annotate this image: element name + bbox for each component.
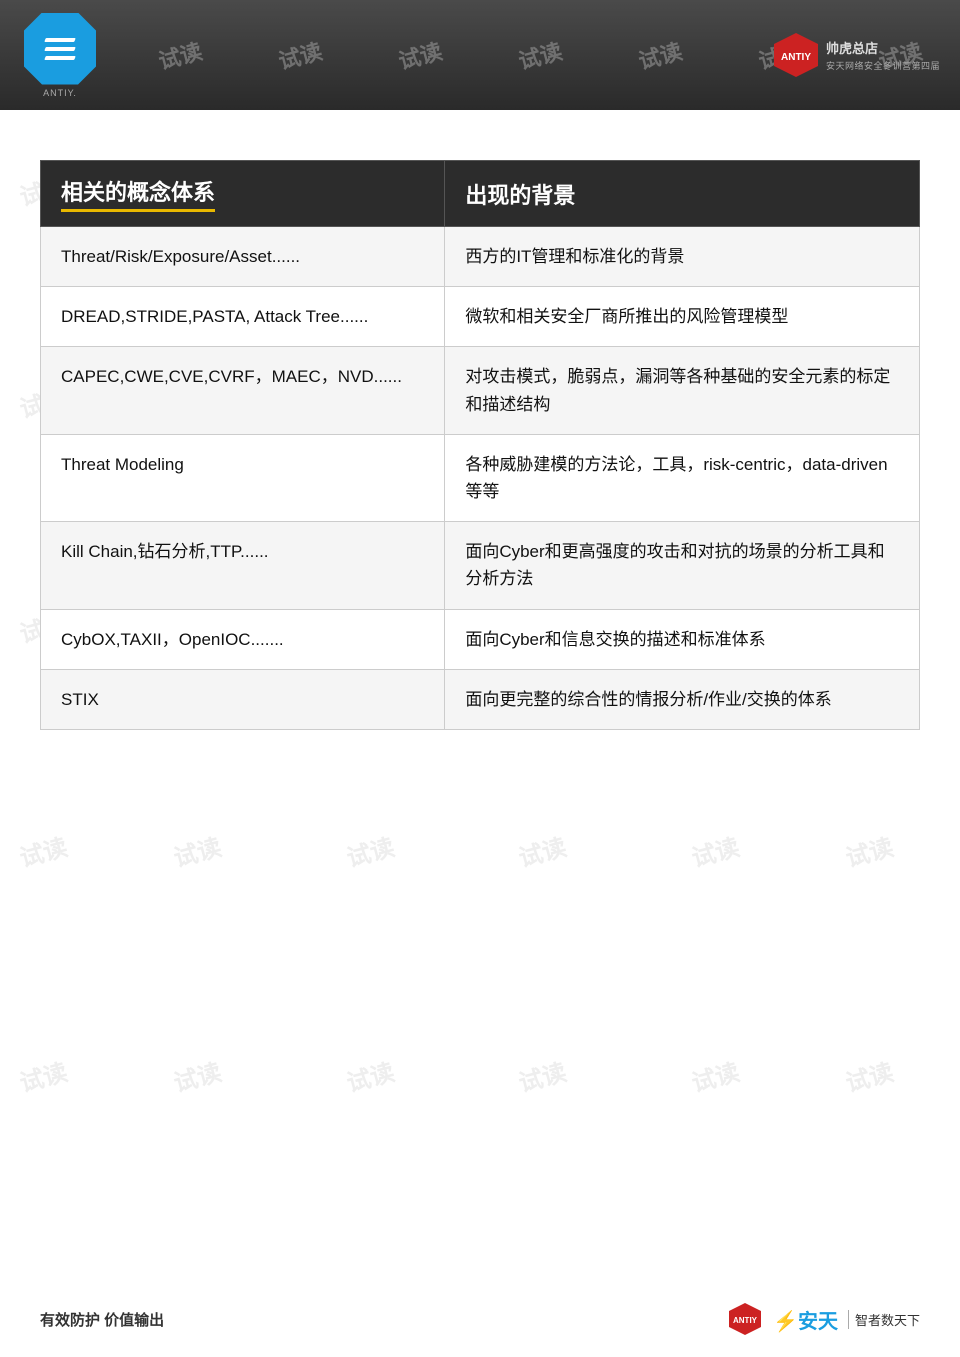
wm2: 试读 [155, 34, 206, 76]
antiy-logo-text: ANTIY. [43, 88, 77, 98]
footer: 有效防护 价值输出 ANTIY ⚡安天 智者数天下 [0, 1301, 960, 1337]
cell-col2-1: 微软和相关安全厂商所推出的风险管理模型 [445, 287, 920, 347]
cell-col1-3: Threat Modeling [41, 434, 445, 521]
table-row-1: DREAD,STRIDE,PASTA, Attack Tree......微软和… [41, 287, 920, 347]
header: ANTIY. 试读 试读 试读 试读 试读 试读 试读 试读 ANTIY 帅虎总… [0, 0, 960, 110]
cell-col1-5: CybOX,TAXII，OpenIOC....... [41, 609, 445, 669]
cell-col2-0: 西方的IT管理和标准化的背景 [445, 227, 920, 287]
table-row-4: Kill Chain,钻石分析,TTP......面向Cyber和更高强度的攻击… [41, 522, 920, 609]
concept-table: 相关的概念体系 出现的背景 Threat/Risk/Exposure/Asset… [40, 160, 920, 730]
col1-header: 相关的概念体系 [41, 161, 445, 227]
antiy-logo: ANTIY. [15, 10, 105, 100]
cell-col1-2: CAPEC,CWE,CVE,CVRF，MAEC，NVD...... [41, 347, 445, 434]
cell-col2-2: 对攻击模式，脆弱点，漏洞等各种基础的安全元素的标定和描述结构 [445, 347, 920, 434]
footer-slogan: 有效防护 价值输出 [40, 1309, 164, 1330]
table-row-6: STIX面向更完整的综合性的情报分析/作业/交换的体系 [41, 669, 920, 729]
footer-sub: 智者数天下 [848, 1310, 920, 1329]
body-watermark-22: 试读 [687, 828, 742, 874]
cell-col2-3: 各种威胁建模的方法论，工具，risk-centric，data-driven等等 [445, 434, 920, 521]
body-watermark-29: 试读 [841, 1052, 896, 1098]
table-row-0: Threat/Risk/Exposure/Asset......西方的IT管理和… [41, 227, 920, 287]
brand-logo: ANTIY 帅虎总店 安天网络安全冬训营第四届 [771, 30, 940, 80]
body-watermark-24: 试读 [15, 1052, 70, 1098]
wm6: 试读 [635, 34, 686, 76]
body-watermark-25: 试读 [169, 1052, 224, 1098]
footer-brand: ⚡安天 [773, 1305, 838, 1334]
body-watermark-19: 试读 [169, 828, 224, 874]
wm5: 试读 [515, 34, 566, 76]
body-watermark-28: 试读 [687, 1052, 742, 1098]
main-content: 相关的概念体系 出现的背景 Threat/Risk/Exposure/Asset… [0, 110, 960, 760]
body-watermark-27: 试读 [515, 1052, 570, 1098]
footer-logo: ANTIY ⚡安天 智者数天下 [727, 1301, 920, 1337]
body-watermark-21: 试读 [515, 828, 570, 874]
col2-header: 出现的背景 [445, 161, 920, 227]
wm4: 试读 [395, 34, 446, 76]
body-watermark-20: 试读 [342, 828, 397, 874]
cell-col2-5: 面向Cyber和信息交换的描述和标准体系 [445, 609, 920, 669]
cell-col1-4: Kill Chain,钻石分析,TTP...... [41, 522, 445, 609]
body-watermark-23: 试读 [841, 828, 896, 874]
cell-col2-6: 面向更完整的综合性的情报分析/作业/交换的体系 [445, 669, 920, 729]
svg-text:ANTIY: ANTIY [733, 1316, 758, 1325]
table-row-2: CAPEC,CWE,CVE,CVRF，MAEC，NVD......对攻击模式，脆… [41, 347, 920, 434]
wm3: 试读 [275, 34, 326, 76]
brand-subtitle: 安天网络安全冬训营第四届 [826, 59, 940, 72]
cell-col2-4: 面向Cyber和更高强度的攻击和对抗的场景的分析工具和分析方法 [445, 522, 920, 609]
body-watermark-18: 试读 [15, 828, 70, 874]
table-row-3: Threat Modeling各种威胁建模的方法论，工具，risk-centri… [41, 434, 920, 521]
cell-col1-1: DREAD,STRIDE,PASTA, Attack Tree...... [41, 287, 445, 347]
table-row-5: CybOX,TAXII，OpenIOC.......面向Cyber和信息交换的描… [41, 609, 920, 669]
cell-col1-0: Threat/Risk/Exposure/Asset...... [41, 227, 445, 287]
svg-text:ANTIY: ANTIY [781, 52, 811, 63]
cell-col1-6: STIX [41, 669, 445, 729]
body-watermark-26: 试读 [342, 1052, 397, 1098]
